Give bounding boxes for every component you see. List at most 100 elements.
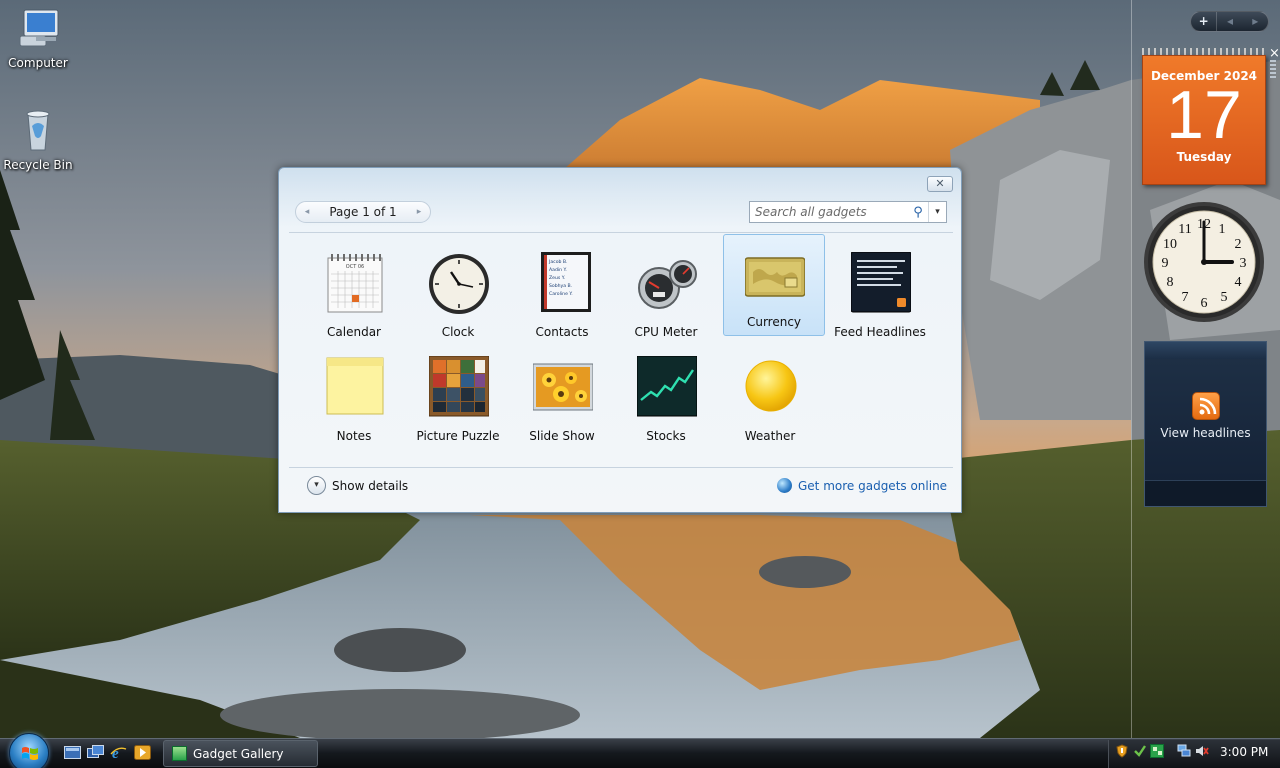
gadget-label: Notes [336, 429, 372, 443]
get-more-gadgets-label: Get more gadgets online [798, 478, 948, 493]
sidebar-tray-icon[interactable] [1150, 744, 1164, 758]
svg-text:2: 2 [1235, 237, 1242, 252]
gadget-label: Stocks [646, 429, 686, 443]
sidebar-prev-button[interactable]: ◂ [1217, 12, 1242, 31]
gadget-gallery-icon [172, 746, 187, 761]
chevron-down-icon: ▾ [307, 476, 326, 495]
add-gadget-button[interactable]: + [1191, 12, 1218, 31]
svg-text:Caroline Y.: Caroline Y. [549, 291, 573, 297]
gadget-label: Feed Headlines [834, 325, 926, 339]
slide-show-icon [532, 356, 594, 418]
svg-text:5: 5 [1221, 290, 1228, 305]
svg-text:Zeus Y.: Zeus Y. [549, 275, 565, 281]
svg-text:4: 4 [1235, 275, 1242, 290]
svg-text:Jacob B.: Jacob B. [548, 259, 568, 265]
globe-icon [777, 478, 792, 493]
gadget-gallery-window: ✕ ◂ Page 1 of 1 ▸ ⚲ ▾ OCT 06 [278, 167, 962, 513]
sidebar-toolbar: + ◂ ▸ [1190, 11, 1269, 32]
svg-text:3: 3 [1240, 256, 1247, 271]
gadget-tile-picture-puzzle[interactable]: Picture Puzzle [407, 348, 509, 450]
desktop-icon-computer[interactable]: Computer [0, 4, 76, 70]
gadget-tile-currency[interactable]: Currency [723, 234, 825, 336]
view-headlines-link[interactable]: View headlines [1145, 426, 1266, 440]
taskbar-button-gadget-gallery[interactable]: Gadget Gallery [163, 740, 318, 767]
gadget-tile-slide-show[interactable]: Slide Show [511, 348, 613, 450]
media-player-icon[interactable] [134, 745, 151, 760]
switch-windows-icon[interactable] [87, 745, 104, 760]
gadget-label: Weather [744, 429, 796, 443]
svg-text:e: e [112, 746, 119, 760]
recycle-bin-icon [14, 106, 62, 154]
show-details-label: Show details [332, 478, 409, 493]
calendar-gadget[interactable]: December 2024 17 Tuesday [1142, 48, 1266, 186]
svg-text:OCT 06: OCT 06 [346, 264, 364, 270]
weather-icon [741, 356, 801, 418]
gadget-tile-clock[interactable]: Clock [407, 244, 509, 346]
gadget-label: Slide Show [529, 429, 595, 443]
cpu-meter-icon [637, 252, 697, 314]
rss-icon [1191, 392, 1220, 420]
gadget-tile-notes[interactable]: Notes [303, 348, 405, 450]
stocks-icon [636, 355, 698, 418]
search-dropdown-button[interactable]: ▾ [928, 202, 946, 222]
gadget-tile-stocks[interactable]: Stocks [615, 348, 717, 450]
gadget-label: Calendar [327, 325, 381, 339]
gadget-drag-grip[interactable] [1270, 60, 1276, 78]
page-indicator: Page 1 of 1 [329, 205, 397, 219]
clock-time[interactable]: 3:00 PM [1220, 745, 1268, 759]
clock-gadget[interactable]: 12 1 2 3 4 5 6 7 8 9 10 11 [1142, 200, 1266, 324]
feed-headlines-gadget[interactable]: View headlines [1144, 341, 1267, 507]
next-page-button[interactable]: ▸ [408, 207, 430, 217]
calendar-day-number: 17 [1166, 77, 1242, 153]
sidebar-next-button[interactable]: ▸ [1243, 12, 1268, 31]
svg-text:Sobhya B.: Sobhya B. [549, 283, 572, 289]
network-icon[interactable] [1177, 744, 1191, 758]
clock-icon [429, 252, 489, 314]
taskbar-button-label: Gadget Gallery [193, 746, 284, 761]
volume-muted-icon[interactable] [1195, 744, 1209, 758]
gadget-label: Contacts [535, 325, 589, 339]
show-desktop-icon[interactable] [64, 745, 81, 760]
feed-headlines-footer [1145, 480, 1266, 506]
svg-text:9: 9 [1162, 256, 1169, 271]
desktop-icon-recycle-bin[interactable]: Recycle Bin [0, 106, 76, 172]
divider [289, 232, 953, 233]
feed-headlines-icon [850, 251, 912, 314]
internet-explorer-icon[interactable]: e [110, 745, 127, 762]
windows-logo-icon [22, 747, 38, 760]
svg-text:7: 7 [1182, 290, 1189, 305]
search-box: ⚲ ▾ [749, 201, 947, 223]
get-more-gadgets-link[interactable]: Get more gadgets online [777, 478, 947, 493]
picture-puzzle-icon [428, 355, 490, 418]
desktop-icon-label: Recycle Bin [3, 158, 73, 172]
gadget-tile-contacts[interactable]: Jacob B. Aadin Y. Zeus Y. Sobhya B. Caro… [511, 244, 613, 346]
search-input[interactable] [750, 203, 908, 221]
gadget-tile-feed-headlines[interactable]: Feed Headlines [829, 244, 931, 346]
gadget-tile-calendar[interactable]: OCT 06 Calendar [303, 244, 405, 346]
currency-icon [744, 242, 806, 304]
security-shield-icon[interactable] [1115, 744, 1129, 758]
gadget-label: CPU Meter [634, 325, 698, 339]
page-navigator: ◂ Page 1 of 1 ▸ [295, 201, 431, 223]
previous-page-button[interactable]: ◂ [296, 207, 318, 217]
desktop-icon-label: Computer [8, 56, 68, 70]
svg-text:8: 8 [1167, 275, 1174, 290]
svg-text:10: 10 [1163, 237, 1177, 252]
gadget-tile-cpu-meter[interactable]: CPU Meter [615, 244, 717, 346]
calendar-page: December 2024 17 Tuesday [1142, 55, 1266, 185]
gadget-label: Picture Puzzle [416, 429, 500, 443]
svg-text:Aadin Y.: Aadin Y. [549, 267, 567, 273]
feed-headlines-header [1145, 342, 1266, 359]
close-button[interactable]: ✕ [927, 176, 953, 192]
calendar-icon: OCT 06 [325, 252, 385, 314]
checkmark-icon[interactable] [1133, 744, 1147, 758]
svg-text:11: 11 [1178, 222, 1191, 237]
svg-text:6: 6 [1201, 296, 1208, 311]
start-button[interactable] [9, 733, 49, 768]
notes-icon [325, 356, 385, 418]
clock-face-icon: 12 1 2 3 4 5 6 7 8 9 10 11 [1144, 202, 1264, 322]
gadget-close-button[interactable]: × [1269, 47, 1280, 60]
gadget-tile-weather[interactable]: Weather [719, 348, 821, 450]
show-details-toggle[interactable]: ▾ Show details [307, 476, 408, 495]
search-icon[interactable]: ⚲ [908, 205, 928, 220]
